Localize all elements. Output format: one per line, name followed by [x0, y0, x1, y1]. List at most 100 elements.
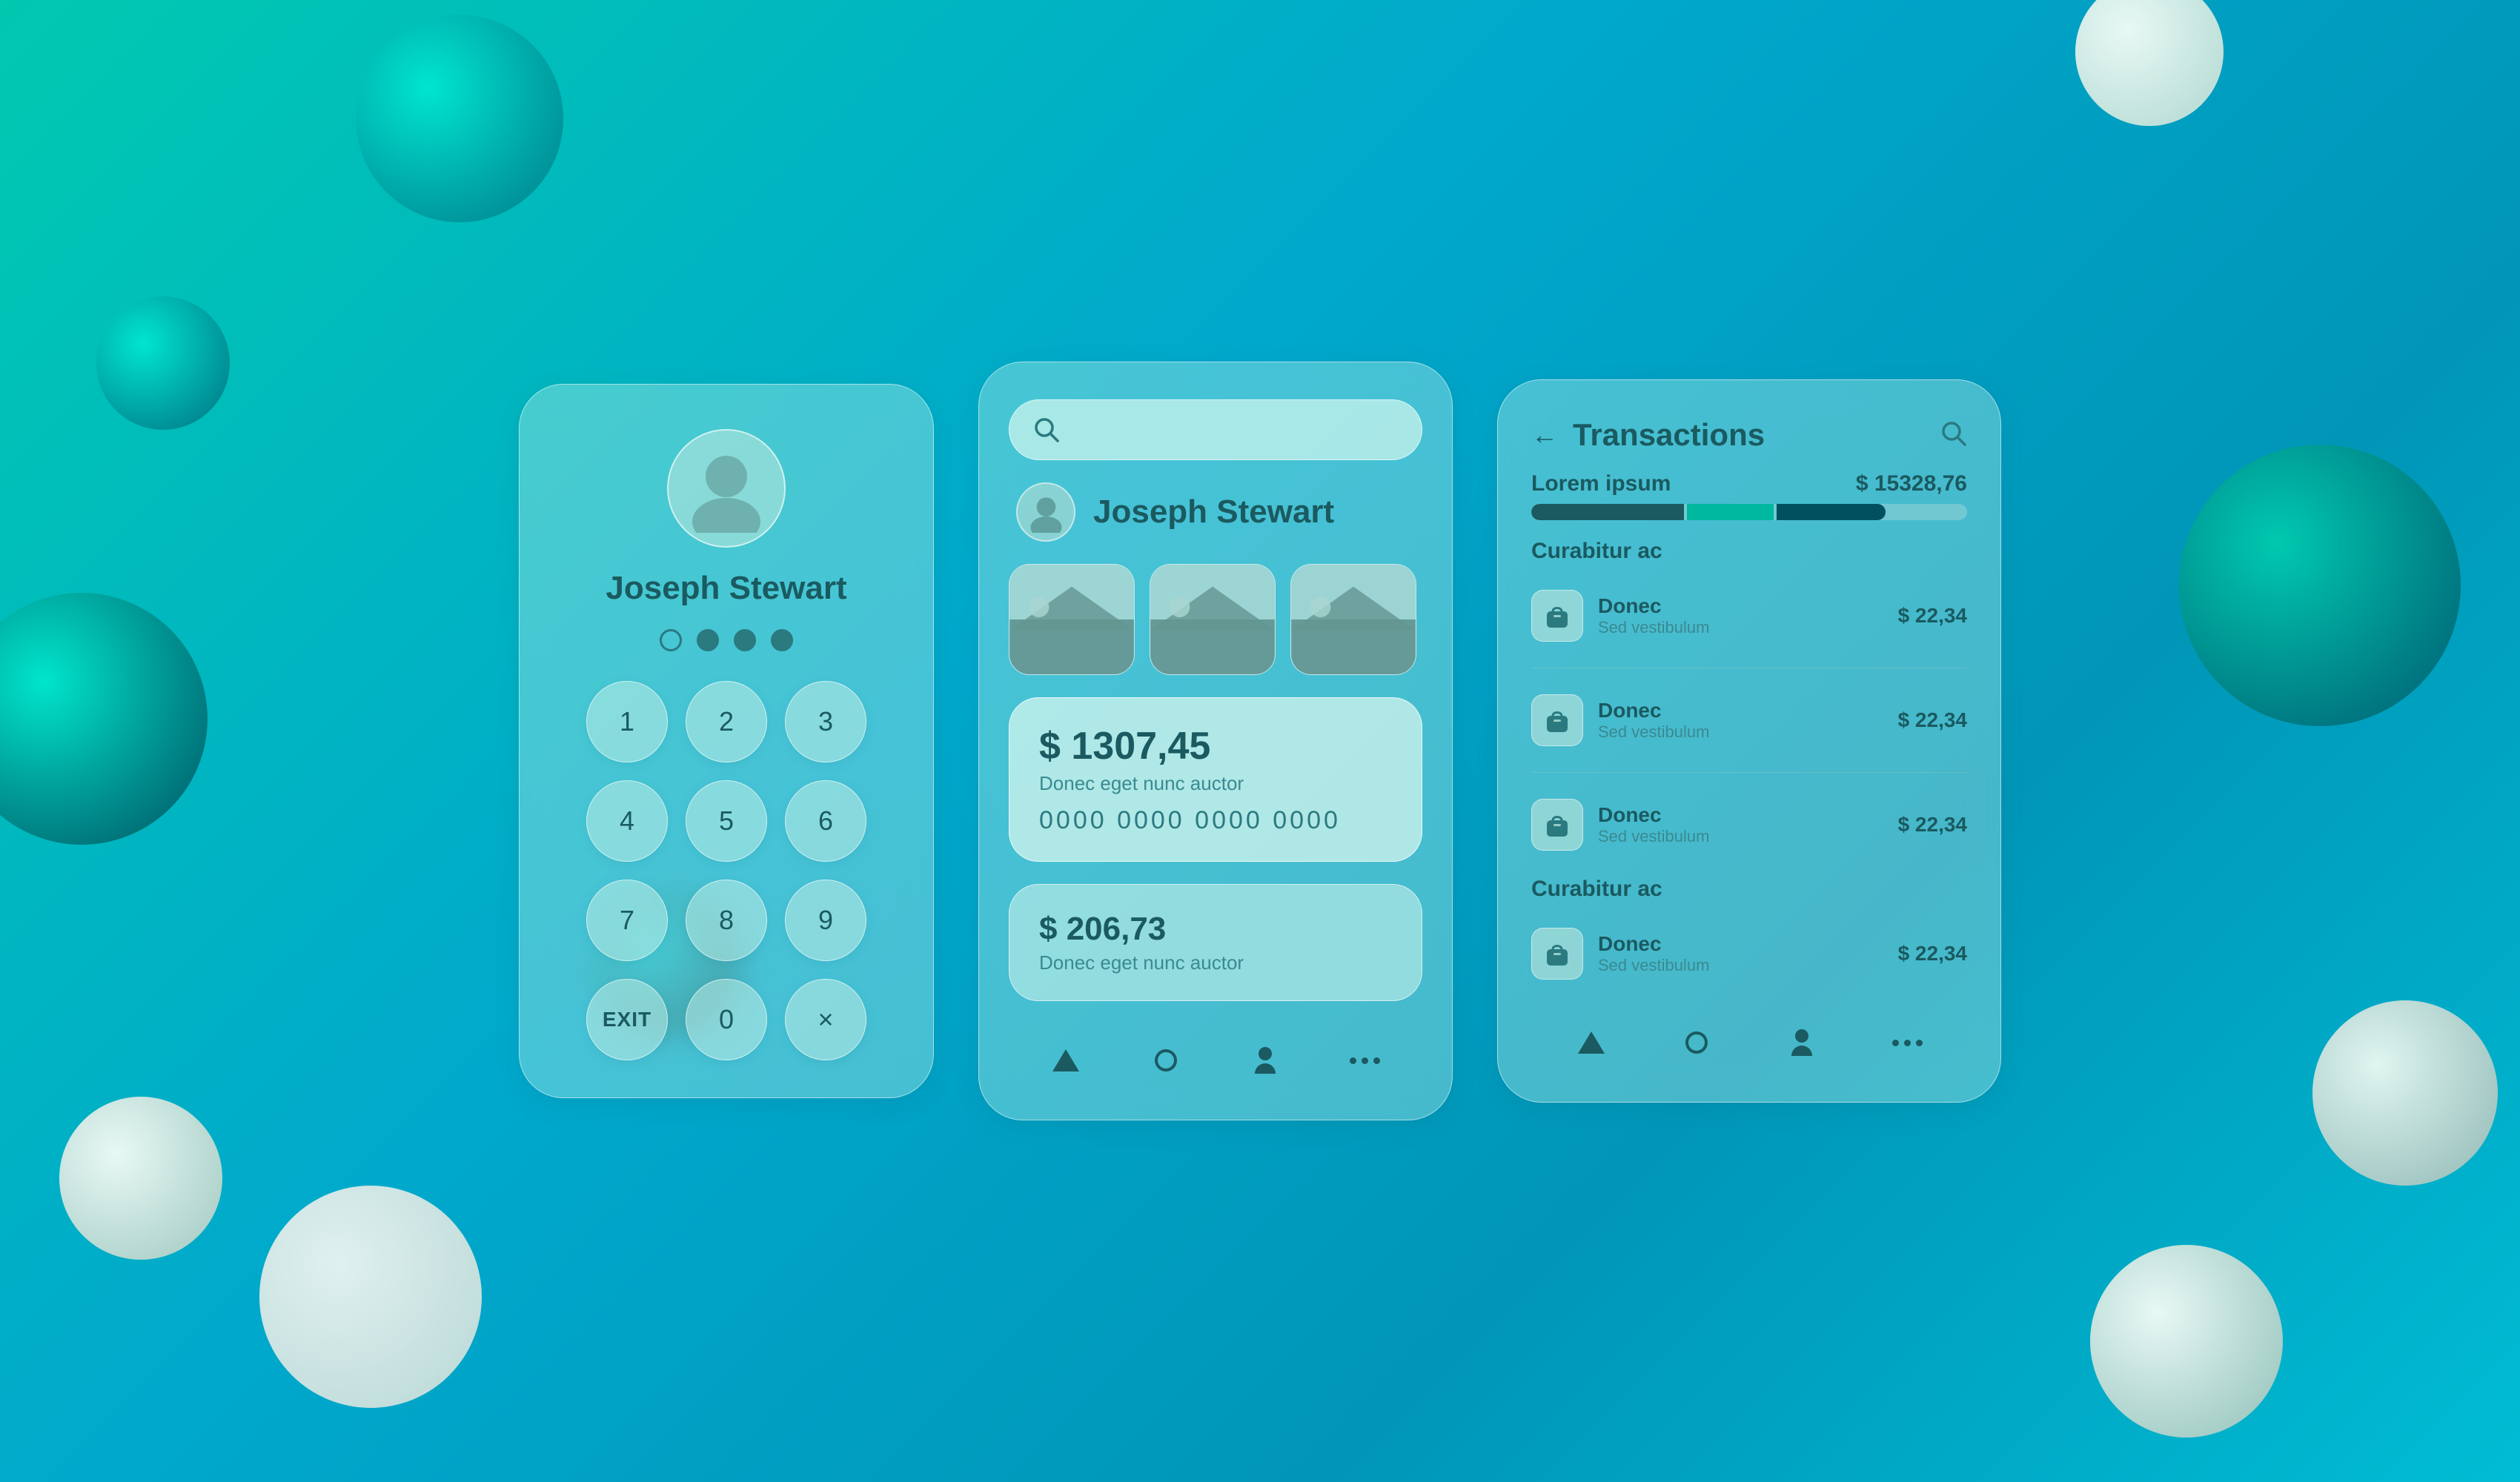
key-7[interactable]: 7	[586, 880, 668, 961]
progress-seg-1	[1531, 504, 1684, 520]
txn-sub-4: Sed vestibulum	[1598, 956, 1883, 975]
txn-amount-1: $ 22,34	[1898, 604, 1967, 628]
app-user-name: Joseph Stewart	[1093, 494, 1334, 531]
section-2-label: Curabitur ac	[1531, 539, 1967, 564]
decorative-ball-6	[96, 296, 230, 430]
progress-section: Lorem ipsum $ 15328,76	[1531, 471, 1967, 520]
key-9[interactable]: 9	[785, 880, 866, 961]
decorative-ball-3	[2179, 445, 2461, 726]
txn-sub-3: Sed vestibulum	[1598, 827, 1883, 846]
nav-person-icon[interactable]	[1243, 1038, 1287, 1083]
progress-bar	[1531, 504, 1967, 520]
txn-amount-2: $ 22,34	[1898, 708, 1967, 732]
decorative-ball-7	[2090, 1245, 2283, 1438]
decorative-ball-5	[259, 1186, 482, 1408]
pin-dot-3	[734, 629, 756, 651]
txn-info-1: Donec Sed vestibulum	[1598, 594, 1883, 637]
txn-nav-more-icon[interactable]	[1885, 1020, 1929, 1065]
key-delete[interactable]: ×	[785, 979, 866, 1060]
section-3-label: Curabitur ac	[1531, 877, 1967, 902]
txn-nav-circle-icon[interactable]	[1674, 1020, 1719, 1065]
txn-amount-3: $ 22,34	[1898, 813, 1967, 837]
app-bottom-nav	[1009, 1023, 1422, 1090]
pin-user-name: Joseph Stewart	[606, 570, 846, 607]
txn-sub-2: Sed vestibulum	[1598, 722, 1883, 742]
nav-circle-icon[interactable]	[1144, 1038, 1188, 1083]
cards-row	[1009, 564, 1422, 675]
search-icon	[1032, 415, 1061, 445]
balance-card-1: $ 1307,45 Donec eget nunc auctor 0000 00…	[1009, 697, 1422, 862]
key-2[interactable]: 2	[686, 681, 767, 762]
progress-seg-3	[1777, 504, 1886, 520]
nav-more-icon[interactable]	[1343, 1038, 1387, 1083]
decorative-ball-1	[356, 15, 563, 222]
txn-info-3: Donec Sed vestibulum	[1598, 803, 1883, 846]
section-1-label: Lorem ipsum	[1531, 471, 1671, 496]
txn-header: ← Transactions	[1531, 417, 1967, 453]
txn-info-4: Donec Sed vestibulum	[1598, 932, 1883, 975]
txn-name-2: Donec	[1598, 699, 1883, 722]
keypad: 1 2 3 4 5 6 7 8 9 EXIT 0 ×	[586, 681, 866, 1060]
key-5[interactable]: 5	[686, 780, 767, 862]
key-exit[interactable]: EXIT	[586, 979, 668, 1060]
search-input[interactable]	[1076, 418, 1399, 442]
key-6[interactable]: 6	[785, 780, 866, 862]
txn-item-1: Donec Sed vestibulum $ 22,34	[1531, 582, 1967, 649]
divider-2	[1531, 772, 1967, 773]
decorative-ball-2	[2075, 0, 2224, 126]
nav-home-icon[interactable]	[1044, 1038, 1088, 1083]
txn-bag-icon-1	[1531, 590, 1583, 642]
txn-title-wrap: ← Transactions	[1531, 417, 1765, 453]
txn-bag-icon-4	[1531, 928, 1583, 980]
pin-panel: Joseph Stewart 1 2 3 4 5 6 7 8 9 EXIT 0 …	[519, 384, 934, 1098]
txn-nav-person-icon[interactable]	[1780, 1020, 1824, 1065]
key-3[interactable]: 3	[785, 681, 866, 762]
key-1[interactable]: 1	[586, 681, 668, 762]
search-bar[interactable]	[1009, 399, 1422, 460]
key-8[interactable]: 8	[686, 880, 767, 961]
txn-bag-icon-3	[1531, 799, 1583, 851]
balance-desc-2: Donec eget nunc auctor	[1039, 951, 1392, 974]
progress-seg-2	[1687, 504, 1774, 520]
decorative-ball-9	[0, 593, 208, 845]
back-button[interactable]: ←	[1531, 419, 1558, 451]
txn-amount-4: $ 22,34	[1898, 942, 1967, 966]
txn-name-4: Donec	[1598, 932, 1883, 956]
progress-header: Lorem ipsum $ 15328,76	[1531, 471, 1967, 496]
balance-desc-1: Donec eget nunc auctor	[1039, 772, 1392, 795]
decorative-ball-4	[59, 1097, 222, 1260]
txn-nav-home-icon[interactable]	[1569, 1020, 1614, 1065]
balance-card-2: $ 206,73 Donec eget nunc auctor	[1009, 884, 1422, 1001]
decorative-ball-10	[2312, 1000, 2498, 1186]
app-panel: Joseph Stewart	[978, 362, 1453, 1120]
balance-amount-2: $ 206,73	[1039, 911, 1392, 948]
card-thumb-3[interactable]	[1290, 564, 1416, 675]
txn-name-3: Donec	[1598, 803, 1883, 827]
section-1-amount: $ 15328,76	[1856, 471, 1967, 496]
balance-amount-1: $ 1307,45	[1039, 724, 1392, 768]
pin-dot-1	[660, 629, 682, 651]
txn-item-3: Donec Sed vestibulum $ 22,34	[1531, 791, 1967, 858]
txn-info-2: Donec Sed vestibulum	[1598, 699, 1883, 742]
key-4[interactable]: 4	[586, 780, 668, 862]
txn-title: Transactions	[1573, 417, 1765, 453]
txn-sub-1: Sed vestibulum	[1598, 618, 1883, 637]
pin-dots-row	[660, 629, 793, 651]
pin-dot-2	[697, 629, 719, 651]
card-thumb-2[interactable]	[1150, 564, 1276, 675]
app-user-row: Joseph Stewart	[1009, 482, 1422, 542]
pin-dot-4	[771, 629, 793, 651]
txn-bottom-nav	[1531, 1006, 1967, 1072]
txn-search-icon[interactable]	[1940, 420, 1967, 451]
avatar-icon	[682, 444, 771, 533]
avatar	[667, 429, 786, 548]
txn-item-2: Donec Sed vestibulum $ 22,34	[1531, 687, 1967, 754]
key-0[interactable]: 0	[686, 979, 767, 1060]
panels-container: Joseph Stewart 1 2 3 4 5 6 7 8 9 EXIT 0 …	[519, 362, 2001, 1120]
transactions-panel: ← Transactions Lorem ipsum $ 15328,76	[1497, 379, 2001, 1103]
txn-name-1: Donec	[1598, 594, 1883, 618]
txn-item-4: Donec Sed vestibulum $ 22,34	[1531, 920, 1967, 987]
card-number: 0000 0000 0000 0000	[1039, 806, 1392, 835]
card-thumb-1[interactable]	[1009, 564, 1135, 675]
app-user-avatar	[1016, 482, 1075, 542]
